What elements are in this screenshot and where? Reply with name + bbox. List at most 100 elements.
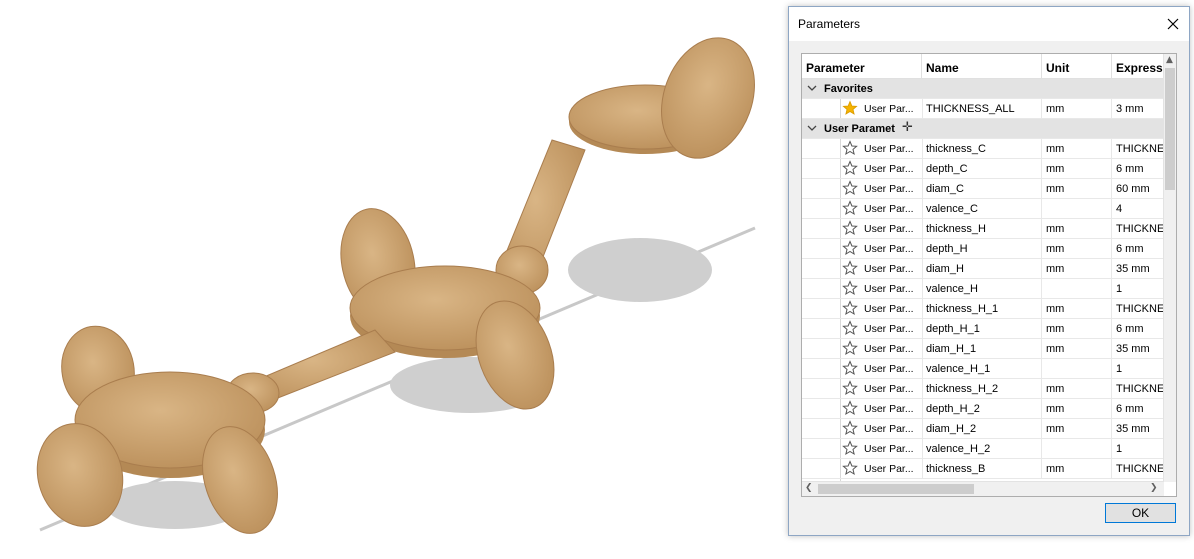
table-row[interactable]: User Par... depth_H_1 mm 6 mm: [802, 319, 1164, 339]
parameter-name[interactable]: depth_H_2: [922, 399, 1040, 419]
parameter-name[interactable]: thickness_H_2: [922, 379, 1040, 399]
table-row[interactable]: User Par... diam_H_1 mm 35 mm: [802, 339, 1164, 359]
parameter-unit[interactable]: mm: [1041, 459, 1111, 479]
table-row[interactable]: User Par... diam_H mm 35 mm: [802, 259, 1164, 279]
parameter-name[interactable]: depth_C: [922, 159, 1040, 179]
star-icon[interactable]: [842, 380, 862, 398]
horizontal-scroll-thumb[interactable]: [818, 484, 974, 494]
close-icon[interactable]: [1165, 16, 1181, 32]
parameter-unit[interactable]: mm: [1041, 339, 1111, 359]
parameter-unit[interactable]: mm: [1041, 419, 1111, 439]
parameter-name[interactable]: thickness_B: [922, 459, 1040, 479]
star-icon[interactable]: [842, 180, 862, 198]
star-icon[interactable]: [842, 440, 862, 458]
parameter-expression[interactable]: 35 mm: [1111, 259, 1171, 279]
star-icon[interactable]: [842, 140, 862, 158]
parameter-expression[interactable]: 6 mm: [1111, 399, 1171, 419]
parameter-expression[interactable]: 6 mm: [1111, 159, 1171, 179]
parameter-name[interactable]: diam_H_1: [922, 339, 1040, 359]
horizontal-scrollbar[interactable]: ❮ ❯: [802, 481, 1164, 496]
parameter-name[interactable]: depth_H: [922, 239, 1040, 259]
table-row[interactable]: User Par... thickness_H_2 mm THICKNE: [802, 379, 1164, 399]
parameter-expression[interactable]: 1: [1111, 359, 1171, 379]
collapse-icon[interactable]: [806, 122, 818, 134]
parameter-unit[interactable]: [1041, 359, 1111, 379]
table-row[interactable]: User Par... thickness_H_1 mm THICKNE: [802, 299, 1164, 319]
table-row[interactable]: User Par... diam_C mm 60 mm: [802, 179, 1164, 199]
star-icon[interactable]: [842, 100, 862, 118]
parameter-expression[interactable]: THICKNE: [1111, 299, 1171, 319]
parameter-expression[interactable]: 35 mm: [1111, 419, 1171, 439]
parameter-name[interactable]: valence_H_1: [922, 359, 1040, 379]
parameter-unit[interactable]: mm: [1041, 399, 1111, 419]
parameter-expression[interactable]: 6 mm: [1111, 239, 1171, 259]
table-row[interactable]: User Par... valence_H 1: [802, 279, 1164, 299]
dialog-titlebar[interactable]: Parameters: [789, 7, 1189, 41]
star-icon[interactable]: [842, 360, 862, 378]
parameter-name[interactable]: diam_C: [922, 179, 1040, 199]
parameter-name[interactable]: thickness_H: [922, 219, 1040, 239]
parameter-unit[interactable]: mm: [1041, 319, 1111, 339]
table-row[interactable]: User Par... thickness_C mm THICKNE: [802, 139, 1164, 159]
model-viewport[interactable]: [0, 0, 790, 556]
parameter-expression[interactable]: THICKNE: [1111, 379, 1171, 399]
table-row[interactable]: User Par... depth_H_2 mm 6 mm: [802, 399, 1164, 419]
column-header-expression[interactable]: Express: [1112, 54, 1164, 78]
column-header-name[interactable]: Name: [922, 54, 1042, 78]
parameter-expression[interactable]: 1: [1111, 439, 1171, 459]
parameter-expression[interactable]: 4: [1111, 199, 1171, 219]
parameter-unit[interactable]: mm: [1041, 239, 1111, 259]
parameters-table[interactable]: Parameter Name Unit Express Favorites Use…: [801, 53, 1177, 497]
parameter-unit[interactable]: mm: [1041, 179, 1111, 199]
star-icon[interactable]: [842, 460, 862, 478]
parameter-expression[interactable]: 6 mm: [1111, 319, 1171, 339]
star-icon[interactable]: [842, 420, 862, 438]
table-row[interactable]: User Par... valence_C 4: [802, 199, 1164, 219]
parameter-name[interactable]: thickness_C: [922, 139, 1040, 159]
parameter-expression[interactable]: THICKNE: [1111, 139, 1171, 159]
parameter-name[interactable]: valence_C: [922, 199, 1040, 219]
group-row[interactable]: Favorites: [802, 79, 1164, 99]
parameter-unit[interactable]: [1041, 439, 1111, 459]
vertical-scrollbar[interactable]: ▲: [1163, 54, 1176, 482]
scroll-left-icon[interactable]: ❮: [805, 483, 813, 493]
column-header-unit[interactable]: Unit: [1042, 54, 1112, 78]
table-row[interactable]: User Par... valence_H_2 1: [802, 439, 1164, 459]
star-icon[interactable]: [842, 340, 862, 358]
parameter-unit[interactable]: mm: [1041, 159, 1111, 179]
parameter-unit[interactable]: mm: [1041, 219, 1111, 239]
table-row[interactable]: User Par... valence_H_1 1: [802, 359, 1164, 379]
scroll-right-icon[interactable]: ❯: [1150, 483, 1158, 493]
star-icon[interactable]: [842, 260, 862, 278]
parameter-unit[interactable]: mm: [1041, 259, 1111, 279]
parameter-name[interactable]: THICKNESS_ALL: [922, 99, 1040, 119]
parameter-expression[interactable]: 60 mm: [1111, 179, 1171, 199]
group-row[interactable]: User Paramet ✛: [802, 119, 1164, 139]
parameter-name[interactable]: valence_H_2: [922, 439, 1040, 459]
ok-button[interactable]: OK: [1105, 503, 1176, 523]
parameter-expression[interactable]: THICKNE: [1111, 219, 1171, 239]
parameter-expression[interactable]: 3 mm: [1111, 99, 1171, 119]
star-icon[interactable]: [842, 400, 862, 418]
parameter-name[interactable]: depth_H_1: [922, 319, 1040, 339]
parameter-unit[interactable]: mm: [1041, 299, 1111, 319]
star-icon[interactable]: [842, 220, 862, 238]
scroll-up-icon[interactable]: ▲: [1166, 55, 1173, 65]
parameter-expression[interactable]: 35 mm: [1111, 339, 1171, 359]
star-icon[interactable]: [842, 300, 862, 318]
table-row[interactable]: User Par... depth_H mm 6 mm: [802, 239, 1164, 259]
star-icon[interactable]: [842, 240, 862, 258]
star-icon[interactable]: [842, 200, 862, 218]
star-icon[interactable]: [842, 160, 862, 178]
parameter-unit[interactable]: mm: [1041, 99, 1111, 119]
column-header-parameter[interactable]: Parameter: [802, 54, 922, 78]
parameter-unit[interactable]: mm: [1041, 379, 1111, 399]
parameter-name[interactable]: diam_H_2: [922, 419, 1040, 439]
table-row[interactable]: User Par... thickness_H mm THICKNE: [802, 219, 1164, 239]
parameter-name[interactable]: diam_H: [922, 259, 1040, 279]
parameter-name[interactable]: valence_H: [922, 279, 1040, 299]
parameter-expression[interactable]: THICKNE: [1111, 459, 1171, 479]
table-row[interactable]: User Par... thickness_B mm THICKNE: [802, 459, 1164, 479]
parameter-expression[interactable]: 1: [1111, 279, 1171, 299]
parameter-name[interactable]: thickness_H_1: [922, 299, 1040, 319]
